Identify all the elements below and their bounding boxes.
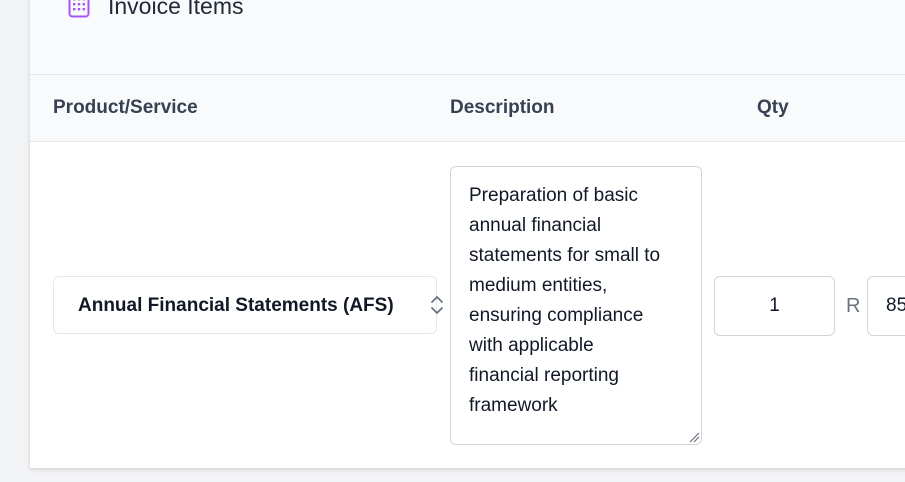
card-header: Invoice Items	[30, 0, 905, 75]
description-textarea[interactable]: Preparation of basic annual financial st…	[450, 166, 702, 445]
chevron-up-down-icon	[431, 296, 443, 314]
product-select-value: Annual Financial Statements (AFS)	[78, 295, 394, 316]
column-header-product: Product/Service	[53, 97, 198, 118]
resize-handle-icon[interactable]	[688, 431, 700, 443]
table-row: Annual Financial Statements (AFS) Prepar…	[30, 142, 905, 468]
price-input[interactable]: 85	[867, 276, 905, 336]
column-header-description: Description	[450, 97, 555, 118]
quantity-input[interactable]: 1	[714, 276, 835, 336]
column-header-qty: Qty	[757, 97, 789, 118]
table-header: Product/Service Description Qty	[30, 75, 905, 142]
section-title: Invoice Items	[108, 0, 244, 19]
currency-symbol: R	[846, 295, 861, 317]
product-select[interactable]: Annual Financial Statements (AFS)	[53, 276, 437, 334]
invoice-items-card: Invoice Items Product/Service Descriptio…	[30, 0, 905, 468]
calculator-icon	[68, 0, 90, 18]
